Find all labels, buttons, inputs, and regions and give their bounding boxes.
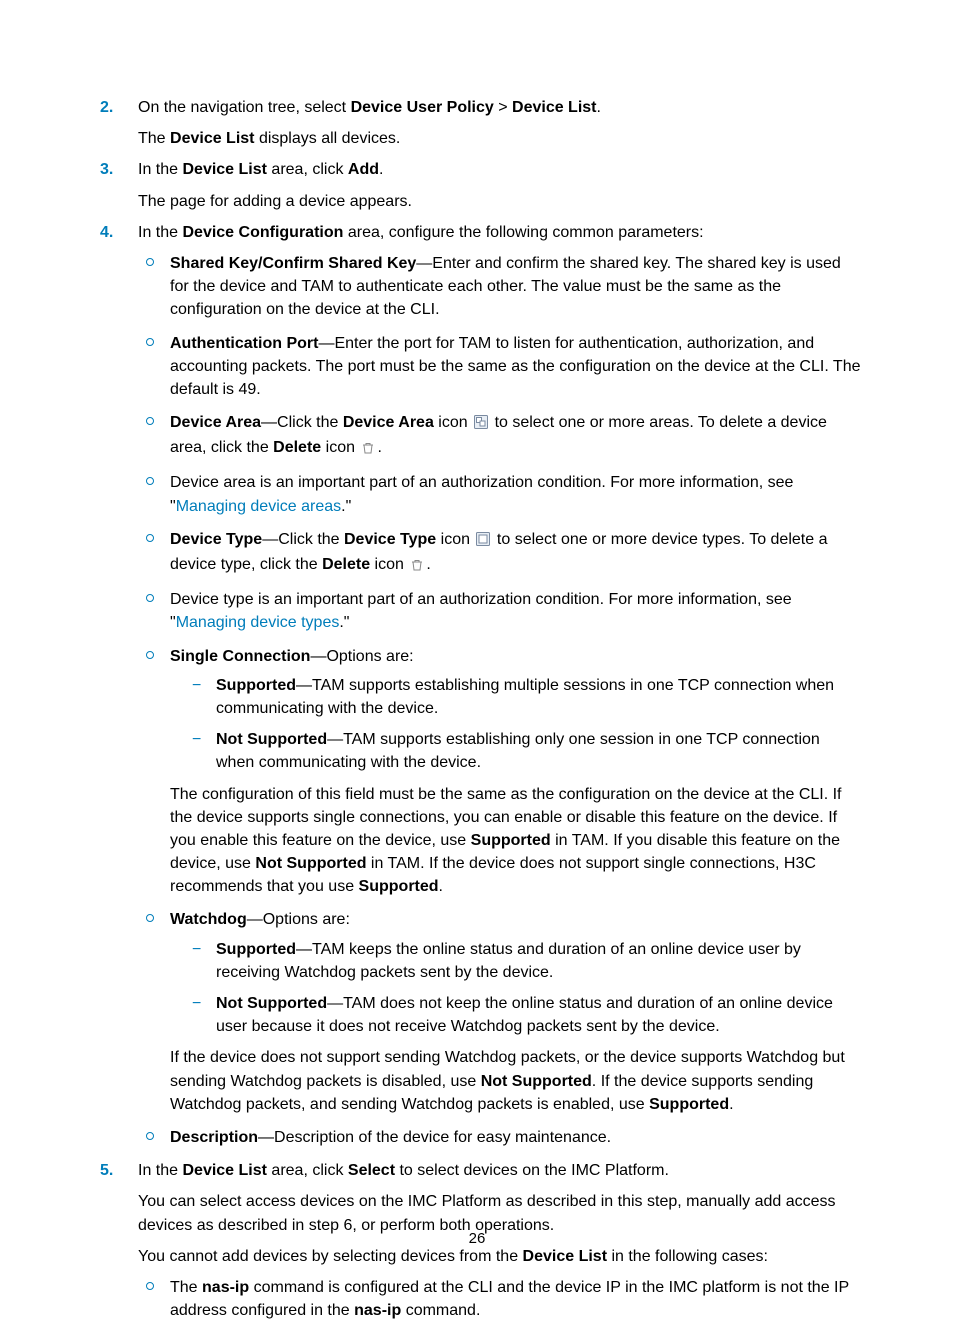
bullet-list: Shared Key/Confirm Shared Key—Enter and … [138, 252, 862, 1149]
text-paragraph: If the device does not support sending W… [170, 1046, 862, 1116]
bullet-list: The nas-ip command is configured at the … [138, 1276, 862, 1322]
document-page: 2. On the navigation tree, select Device… [0, 0, 954, 1296]
dash-icon: − [192, 728, 201, 751]
delete-icon [410, 555, 424, 578]
page-number: 26 [0, 1228, 954, 1250]
dash-icon: − [192, 674, 201, 697]
text-line: In the Device List area, click Select to… [138, 1159, 862, 1182]
step-body: In the Device List area, click Add. The … [138, 158, 862, 212]
link-managing-device-types[interactable]: Managing device types [176, 614, 340, 631]
circle-bullet-icon [146, 1282, 154, 1290]
step-number: 3. [100, 158, 113, 181]
step-body: In the Device Configuration area, config… [138, 221, 862, 1149]
text-line: The Device List displays all devices. [138, 127, 862, 150]
numbered-steps: 2. On the navigation tree, select Device… [92, 96, 862, 1322]
dash-icon: − [192, 992, 201, 1015]
device-type-icon [476, 530, 490, 553]
bullet-device-area-note: Device area is an important part of an a… [138, 471, 862, 517]
circle-bullet-icon [146, 651, 154, 659]
step-2: 2. On the navigation tree, select Device… [92, 96, 862, 150]
link-managing-device-areas[interactable]: Managing device areas [176, 498, 341, 515]
circle-bullet-icon [146, 477, 154, 485]
dash-supported: −Supported—TAM keeps the online status a… [192, 938, 862, 984]
bullet-device-area: Device Area—Click the Device Area icon t… [138, 411, 862, 461]
dash-list: −Supported—TAM supports establishing mul… [192, 674, 862, 775]
bullet-device-type-note: Device type is an important part of an a… [138, 588, 862, 634]
circle-bullet-icon [146, 594, 154, 602]
dash-supported: −Supported—TAM supports establishing mul… [192, 674, 862, 720]
circle-bullet-icon [146, 914, 154, 922]
step-number: 4. [100, 221, 113, 244]
text-line: In the Device Configuration area, config… [138, 221, 862, 244]
step-4: 4. In the Device Configuration area, con… [92, 221, 862, 1149]
text-line: The page for adding a device appears. [138, 190, 862, 213]
step-number: 2. [100, 96, 113, 119]
dash-not-supported: −Not Supported—TAM supports establishing… [192, 728, 862, 774]
bullet-description: Description—Description of the device fo… [138, 1126, 862, 1149]
circle-bullet-icon [146, 258, 154, 266]
bullet-shared-key: Shared Key/Confirm Shared Key—Enter and … [138, 252, 862, 322]
dash-icon: − [192, 938, 201, 961]
text-paragraph: The configuration of this field must be … [170, 783, 862, 899]
bullet-watchdog: Watchdog—Options are: −Supported—TAM kee… [138, 908, 862, 1116]
bullet-single-connection: Single Connection—Options are: −Supporte… [138, 645, 862, 899]
circle-bullet-icon [146, 417, 154, 425]
circle-bullet-icon [146, 534, 154, 542]
dash-list: −Supported—TAM keeps the online status a… [192, 938, 862, 1039]
step-number: 5. [100, 1159, 113, 1182]
step-body: On the navigation tree, select Device Us… [138, 96, 862, 150]
step-3: 3. In the Device List area, click Add. T… [92, 158, 862, 212]
bullet-nas-ip: The nas-ip command is configured at the … [138, 1276, 862, 1322]
circle-bullet-icon [146, 1132, 154, 1140]
circle-bullet-icon [146, 338, 154, 346]
text-line: On the navigation tree, select Device Us… [138, 96, 862, 119]
dash-not-supported: −Not Supported—TAM does not keep the onl… [192, 992, 862, 1038]
bullet-device-type: Device Type—Click the Device Type icon t… [138, 528, 862, 578]
device-area-icon [474, 413, 488, 436]
text-line: In the Device List area, click Add. [138, 158, 862, 181]
bullet-auth-port: Authentication Port—Enter the port for T… [138, 332, 862, 402]
delete-icon [361, 438, 375, 461]
